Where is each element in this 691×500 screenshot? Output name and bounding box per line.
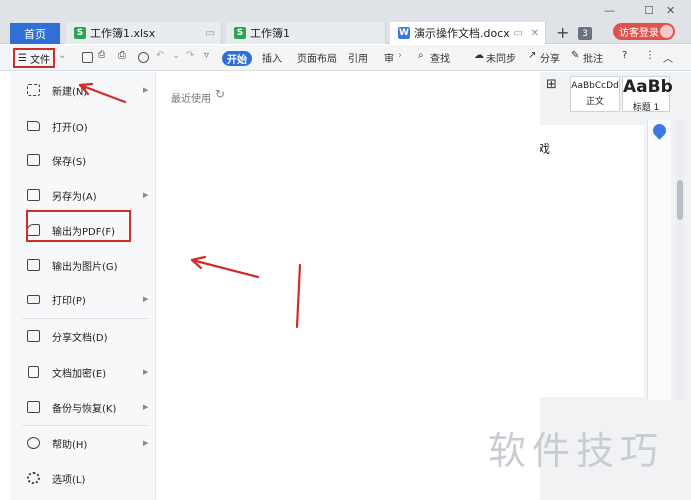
pen-stroke	[295, 263, 302, 329]
annotation-overlay	[78, 82, 302, 329]
